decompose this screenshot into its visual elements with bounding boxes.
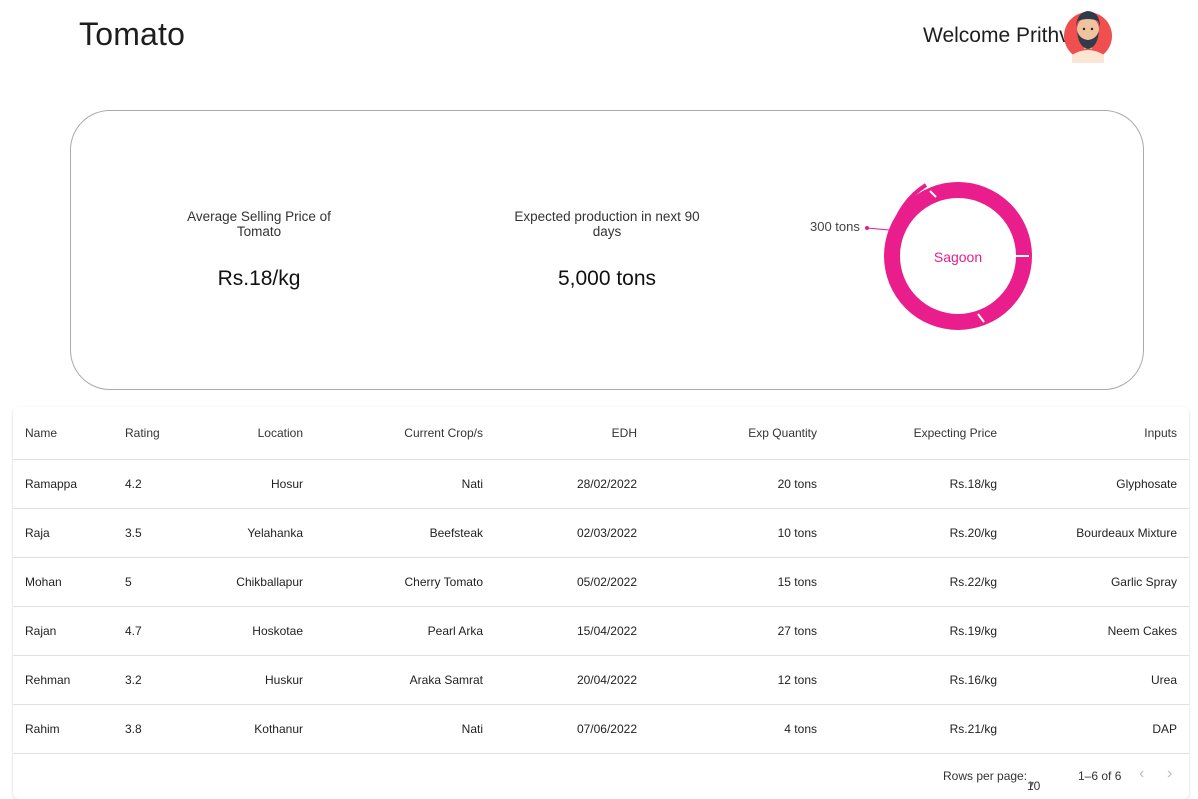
cell-current-crop: Nati: [461, 722, 483, 736]
cell-current-crop: Araka Samrat: [409, 673, 483, 687]
cell-current-crop: Cherry Tomato: [404, 575, 483, 589]
donut-chart: 300 tons Sagoon: [810, 182, 1032, 330]
cell-name: Rahim: [25, 722, 60, 736]
chevron-left-icon[interactable]: ‹: [1139, 765, 1144, 783]
cell-exp-quantity: 12 tons: [777, 673, 817, 687]
pagination-range: 1–6 of 6: [1078, 769, 1122, 783]
cell-inputs: Urea: [1150, 673, 1177, 687]
cell-edh: 28/02/2022: [576, 477, 637, 491]
chevron-right-icon[interactable]: ›: [1167, 765, 1172, 783]
cell-location: Hoskotae: [252, 624, 303, 638]
donut-center-label: Sagoon: [934, 249, 982, 265]
table-pagination: Rows per page: 10 ▼ 1–6 of 6 ‹ ›: [13, 759, 1189, 795]
production-stat: Expected production in next 90 days 5,00…: [501, 209, 713, 291]
cell-name: Mohan: [25, 575, 62, 589]
cell-rating: 5: [125, 575, 132, 589]
cell-location: Hosur: [270, 477, 303, 491]
column-header-rating[interactable]: Rating: [125, 407, 160, 459]
cell-exp-quantity: 20 tons: [777, 477, 817, 491]
table-header-row: Name Rating Location Current Crop/s EDH …: [13, 407, 1189, 460]
cell-edh: 07/06/2022: [576, 722, 637, 736]
cell-location: Yelahanka: [247, 526, 303, 540]
cell-name: Rehman: [25, 673, 71, 687]
cell-rating: 4.7: [125, 624, 142, 638]
donut-annotation: 300 tons: [810, 219, 860, 234]
production-value: 5,000 tons: [557, 267, 657, 290]
cell-location: Kothanur: [254, 722, 303, 736]
cell-inputs: Glyphosate: [1116, 477, 1177, 491]
page-title: Tomato: [79, 16, 186, 52]
column-header-name[interactable]: Name: [25, 407, 57, 459]
cell-edh: 15/04/2022: [576, 624, 637, 638]
caret-down-icon: ▼: [1027, 779, 1036, 789]
cell-current-crop: Nati: [461, 477, 483, 491]
table-row[interactable]: Rehman 3.2 Huskur Araka Samrat 20/04/2022 12 …: [13, 656, 1189, 705]
cell-exp-quantity: 15 tons: [777, 575, 817, 589]
column-header-current-crops[interactable]: Current Crop/s: [404, 407, 483, 459]
welcome-text: Welcome Prithvi: [923, 24, 1075, 47]
cell-inputs: Bourdeaux Mixture: [1076, 526, 1177, 540]
farmers-table: Name Rating Location Current Crop/s EDH …: [13, 407, 1189, 754]
avg-price-stat: Average Selling Price of Tomato Rs.18/kg: [169, 209, 349, 291]
cell-inputs: Garlic Spray: [1110, 575, 1177, 589]
production-label: Expected production in next 90 days: [514, 209, 700, 239]
cell-rating: 3.5: [125, 526, 142, 540]
table-row[interactable]: Rahim 3.8 Kothanur Nati 07/06/2022 4 tons Rs.2…: [13, 705, 1189, 754]
cell-edh: 05/02/2022: [576, 575, 637, 589]
cell-location: Huskur: [264, 673, 303, 687]
cell-location: Chikballapur: [236, 575, 303, 589]
avg-price-label: Average Selling Price of Tomato: [187, 209, 331, 239]
cell-exp-quantity: 4 tons: [784, 722, 817, 736]
cell-inputs: Neem Cakes: [1107, 624, 1177, 638]
cell-expecting-price: Rs.18/kg: [949, 477, 997, 491]
cell-rating: 3.8: [125, 722, 142, 736]
cell-edh: 02/03/2022: [576, 526, 637, 540]
table-row[interactable]: Mohan 5 Chikballapur Cherry Tomato 05/02/202…: [13, 558, 1189, 607]
cell-expecting-price: Rs.16/kg: [949, 673, 997, 687]
column-header-location[interactable]: Location: [258, 407, 303, 459]
table-row[interactable]: Ramappa 4.2 Hosur Nati 28/02/2022 20 tons Rs.1…: [13, 460, 1189, 509]
column-header-exp-quantity[interactable]: Exp Quantity: [748, 407, 817, 459]
column-header-edh[interactable]: EDH: [612, 407, 637, 459]
farmers-table-card: Name Rating Location Current Crop/s EDH …: [13, 407, 1189, 799]
cell-expecting-price: Rs.22/kg: [949, 575, 997, 589]
cell-inputs: DAP: [1152, 722, 1177, 736]
cell-name: Raja: [25, 526, 50, 540]
cell-current-crop: Pearl Arka: [427, 624, 483, 638]
cell-exp-quantity: 27 tons: [777, 624, 817, 638]
cell-current-crop: Beefsteak: [429, 526, 483, 540]
table-row[interactable]: Raja 3.5 Yelahanka Beefsteak 02/03/2022 10 to…: [13, 509, 1189, 558]
column-header-expecting-price[interactable]: Expecting Price: [914, 407, 997, 459]
cell-expecting-price: Rs.20/kg: [949, 526, 997, 540]
summary-card: Average Selling Price of Tomato Rs.18/kg…: [70, 110, 1144, 390]
cell-edh: 20/04/2022: [576, 673, 637, 687]
cell-exp-quantity: 10 tons: [777, 526, 817, 540]
cell-rating: 3.2: [125, 673, 142, 687]
cell-name: Ramappa: [25, 477, 78, 491]
cell-rating: 4.2: [125, 477, 142, 491]
rows-per-page-label: Rows per page:: [943, 769, 1028, 783]
column-header-inputs[interactable]: Inputs: [1144, 407, 1177, 459]
cell-expecting-price: Rs.19/kg: [949, 624, 997, 638]
user-avatar[interactable]: [1063, 3, 1113, 63]
cell-expecting-price: Rs.21/kg: [949, 722, 997, 736]
table-row[interactable]: Rajan 4.7 Hoskotae Pearl Arka 15/04/2022 27 t…: [13, 607, 1189, 656]
avg-price-value: Rs.18/kg: [217, 267, 301, 290]
cell-name: Rajan: [25, 624, 57, 638]
